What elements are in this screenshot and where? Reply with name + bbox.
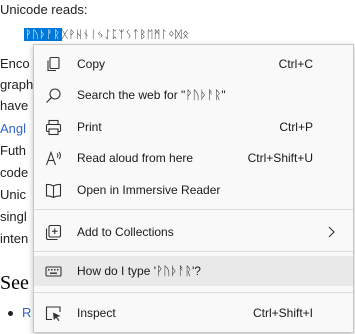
menu-item-immersive-reader[interactable]: Open in Immersive Reader xyxy=(34,175,353,205)
text-fragment: code xyxy=(0,165,29,180)
rune-text[interactable]: ᚹᚢᚦᚨᚱᚷᚹᚺᚾᛁᛃᛇᛈᛉᛊᛏᛒᛖᛗᛚᛜᛞᛟ xyxy=(24,27,189,43)
collections-icon xyxy=(45,224,62,241)
selected-runes[interactable]: ᚹᚢᚦᚨᚱ xyxy=(24,28,62,41)
bullet-link[interactable]: R xyxy=(22,305,31,320)
menu-shortcut: Ctrl+Shift+I xyxy=(252,306,313,320)
see-also-heading: See xyxy=(0,272,29,294)
menu-label: Search the web for "ᚹᚢᚦᚨᚱ" xyxy=(77,88,226,102)
menu-label: How do I type 'ᚹᚢᚦᚨᚱ'? xyxy=(77,264,201,278)
menu-label: Read aloud from here xyxy=(77,151,194,165)
print-icon xyxy=(45,119,62,136)
text-fragment: inten xyxy=(0,231,29,246)
menu-item-print[interactable]: Print Ctrl+P xyxy=(34,112,353,142)
menu-separator xyxy=(34,209,353,210)
menu-item-search-web[interactable]: Search the web for "ᚹᚢᚦᚨᚱ" xyxy=(34,80,353,110)
menu-label: Copy xyxy=(77,57,106,71)
inspect-icon xyxy=(45,306,61,321)
menu-shortcut: Ctrl+C xyxy=(278,57,313,71)
context-menu: Copy Ctrl+C Search the web for "ᚹᚢᚦᚨᚱ" P… xyxy=(33,44,354,333)
chevron-right-icon xyxy=(328,226,335,238)
menu-item-inspect[interactable]: Inspect Ctrl+Shift+I xyxy=(34,298,353,328)
page: Unicode reads: ᚹᚢᚦᚨᚱᚷᚹᚺᚾᛁᛃᛇᛈᛉᛊᛏᛒᛖᛗᛚᛜᛞᛟ E… xyxy=(0,0,355,334)
menu-label: Print xyxy=(77,120,102,134)
text-fragment: singl xyxy=(0,209,27,224)
read-aloud-icon xyxy=(45,150,61,166)
text-fragment: Unic xyxy=(0,187,27,202)
menu-label: Inspect xyxy=(77,306,116,320)
text-fragment: Futh xyxy=(0,143,27,158)
bullet-dot xyxy=(8,311,13,316)
menu-label: Open in Immersive Reader xyxy=(77,183,221,197)
text-fragment: Enco xyxy=(0,56,30,71)
intro-text: Unicode reads: xyxy=(0,2,88,17)
immersive-reader-icon xyxy=(45,183,62,199)
menu-item-read-aloud[interactable]: Read aloud from here Ctrl+Shift+U xyxy=(34,143,353,173)
rune-rest: ᚷᚹᚺᚾᛁᛃᛇᛈᛉᛊᛏᛒᛖᛗᛚᛜᛞᛟ xyxy=(61,28,190,41)
menu-separator xyxy=(34,251,353,252)
copy-icon xyxy=(47,56,60,72)
menu-label: Add to Collections xyxy=(77,225,174,239)
text-fragment: graph xyxy=(0,77,34,92)
text-fragment: have xyxy=(0,98,29,113)
keyboard-icon xyxy=(45,266,62,277)
search-icon xyxy=(46,88,61,103)
menu-item-add-to-collections[interactable]: Add to Collections xyxy=(34,217,353,247)
menu-item-copy[interactable]: Copy Ctrl+C xyxy=(34,49,353,79)
menu-shortcut: Ctrl+P xyxy=(279,120,313,134)
text-link-fragment[interactable]: Angl xyxy=(0,121,26,136)
menu-separator xyxy=(34,292,353,293)
menu-item-how-to-type[interactable]: How do I type 'ᚹᚢᚦᚨᚱ'? xyxy=(34,256,353,286)
menu-shortcut: Ctrl+Shift+U xyxy=(247,151,313,165)
